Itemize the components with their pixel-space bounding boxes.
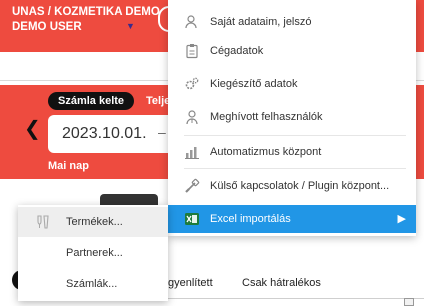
- menu-item-label: Meghívott felhasználók: [210, 111, 323, 123]
- submenu-item-label: Termékek...: [66, 216, 123, 228]
- menu-item-company-data[interactable]: Cégadatok: [168, 37, 416, 65]
- submenu-item-products[interactable]: Termékek...: [18, 207, 168, 237]
- user-name[interactable]: DEMO USER: [12, 20, 82, 35]
- menu-item-label: Saját adataim, jelszó: [210, 16, 312, 28]
- excel-icon: [185, 213, 199, 225]
- submenu-item-partners[interactable]: Partnerek...: [18, 238, 168, 268]
- tab-invoice-date[interactable]: Számla kelte: [48, 92, 135, 110]
- submenu-item-label: Partnerek...: [66, 247, 123, 259]
- tab-fulfillment-date[interactable]: Telje: [146, 93, 170, 109]
- date-range-dash: –: [158, 124, 166, 140]
- menu-separator: [184, 135, 406, 136]
- user-dropdown-icon[interactable]: ▼: [126, 21, 135, 31]
- menu-item-label: Automatizmus központ: [210, 146, 322, 158]
- product-icon: [37, 215, 49, 229]
- submenu-item-invoices[interactable]: Számlák...: [18, 269, 168, 299]
- tabs-divider: [160, 298, 424, 299]
- menu-item-label: Kiegészítő adatok: [210, 78, 298, 90]
- menu-item-own-data[interactable]: Saját adataim, jelszó: [168, 8, 416, 36]
- menu-item-automation-center[interactable]: Automatizmus központ: [168, 138, 416, 166]
- menu-item-external-connections[interactable]: Külső kapcsolatok / Plugin központ...: [168, 172, 416, 200]
- today-link[interactable]: Mai nap: [48, 160, 89, 172]
- tab-paid[interactable]: gyenlített: [168, 277, 213, 289]
- users-icon: [186, 110, 198, 125]
- submenu-item-label: Számlák...: [66, 278, 118, 290]
- menu-item-excel-import[interactable]: Excel importálás ▶: [168, 205, 416, 233]
- user-settings-icon: [185, 15, 197, 29]
- scrollbar-corner[interactable]: [404, 298, 414, 306]
- gears-icon: [185, 77, 199, 90]
- settings-menu: Saját adataim, jelszó Cégadatok Kiegészí…: [168, 0, 416, 236]
- menu-separator: [184, 168, 406, 169]
- menu-item-invited-users[interactable]: Meghívott felhasználók: [168, 103, 416, 131]
- menu-item-label: Cégadatok: [210, 45, 264, 57]
- bar-chart-icon: [185, 147, 199, 159]
- date-input-value: 2023.10.01.: [62, 125, 147, 142]
- company-name[interactable]: UNAS / KOZMETIKA DEMO: [12, 5, 160, 20]
- menu-item-additional-data[interactable]: Kiegészítő adatok: [168, 70, 416, 98]
- prev-date-icon[interactable]: ❮: [24, 116, 41, 142]
- menu-item-label: Külső kapcsolatok / Plugin központ...: [210, 180, 390, 192]
- excel-import-submenu: Termékek... Partnerek... Számlák...: [18, 205, 168, 301]
- clipboard-icon: [186, 44, 198, 59]
- menu-item-label: Excel importálás: [210, 213, 291, 225]
- link-icon: [185, 178, 200, 193]
- submenu-arrow-icon: ▶: [397, 213, 406, 225]
- tab-overdue[interactable]: Csak hátralékos: [242, 277, 321, 289]
